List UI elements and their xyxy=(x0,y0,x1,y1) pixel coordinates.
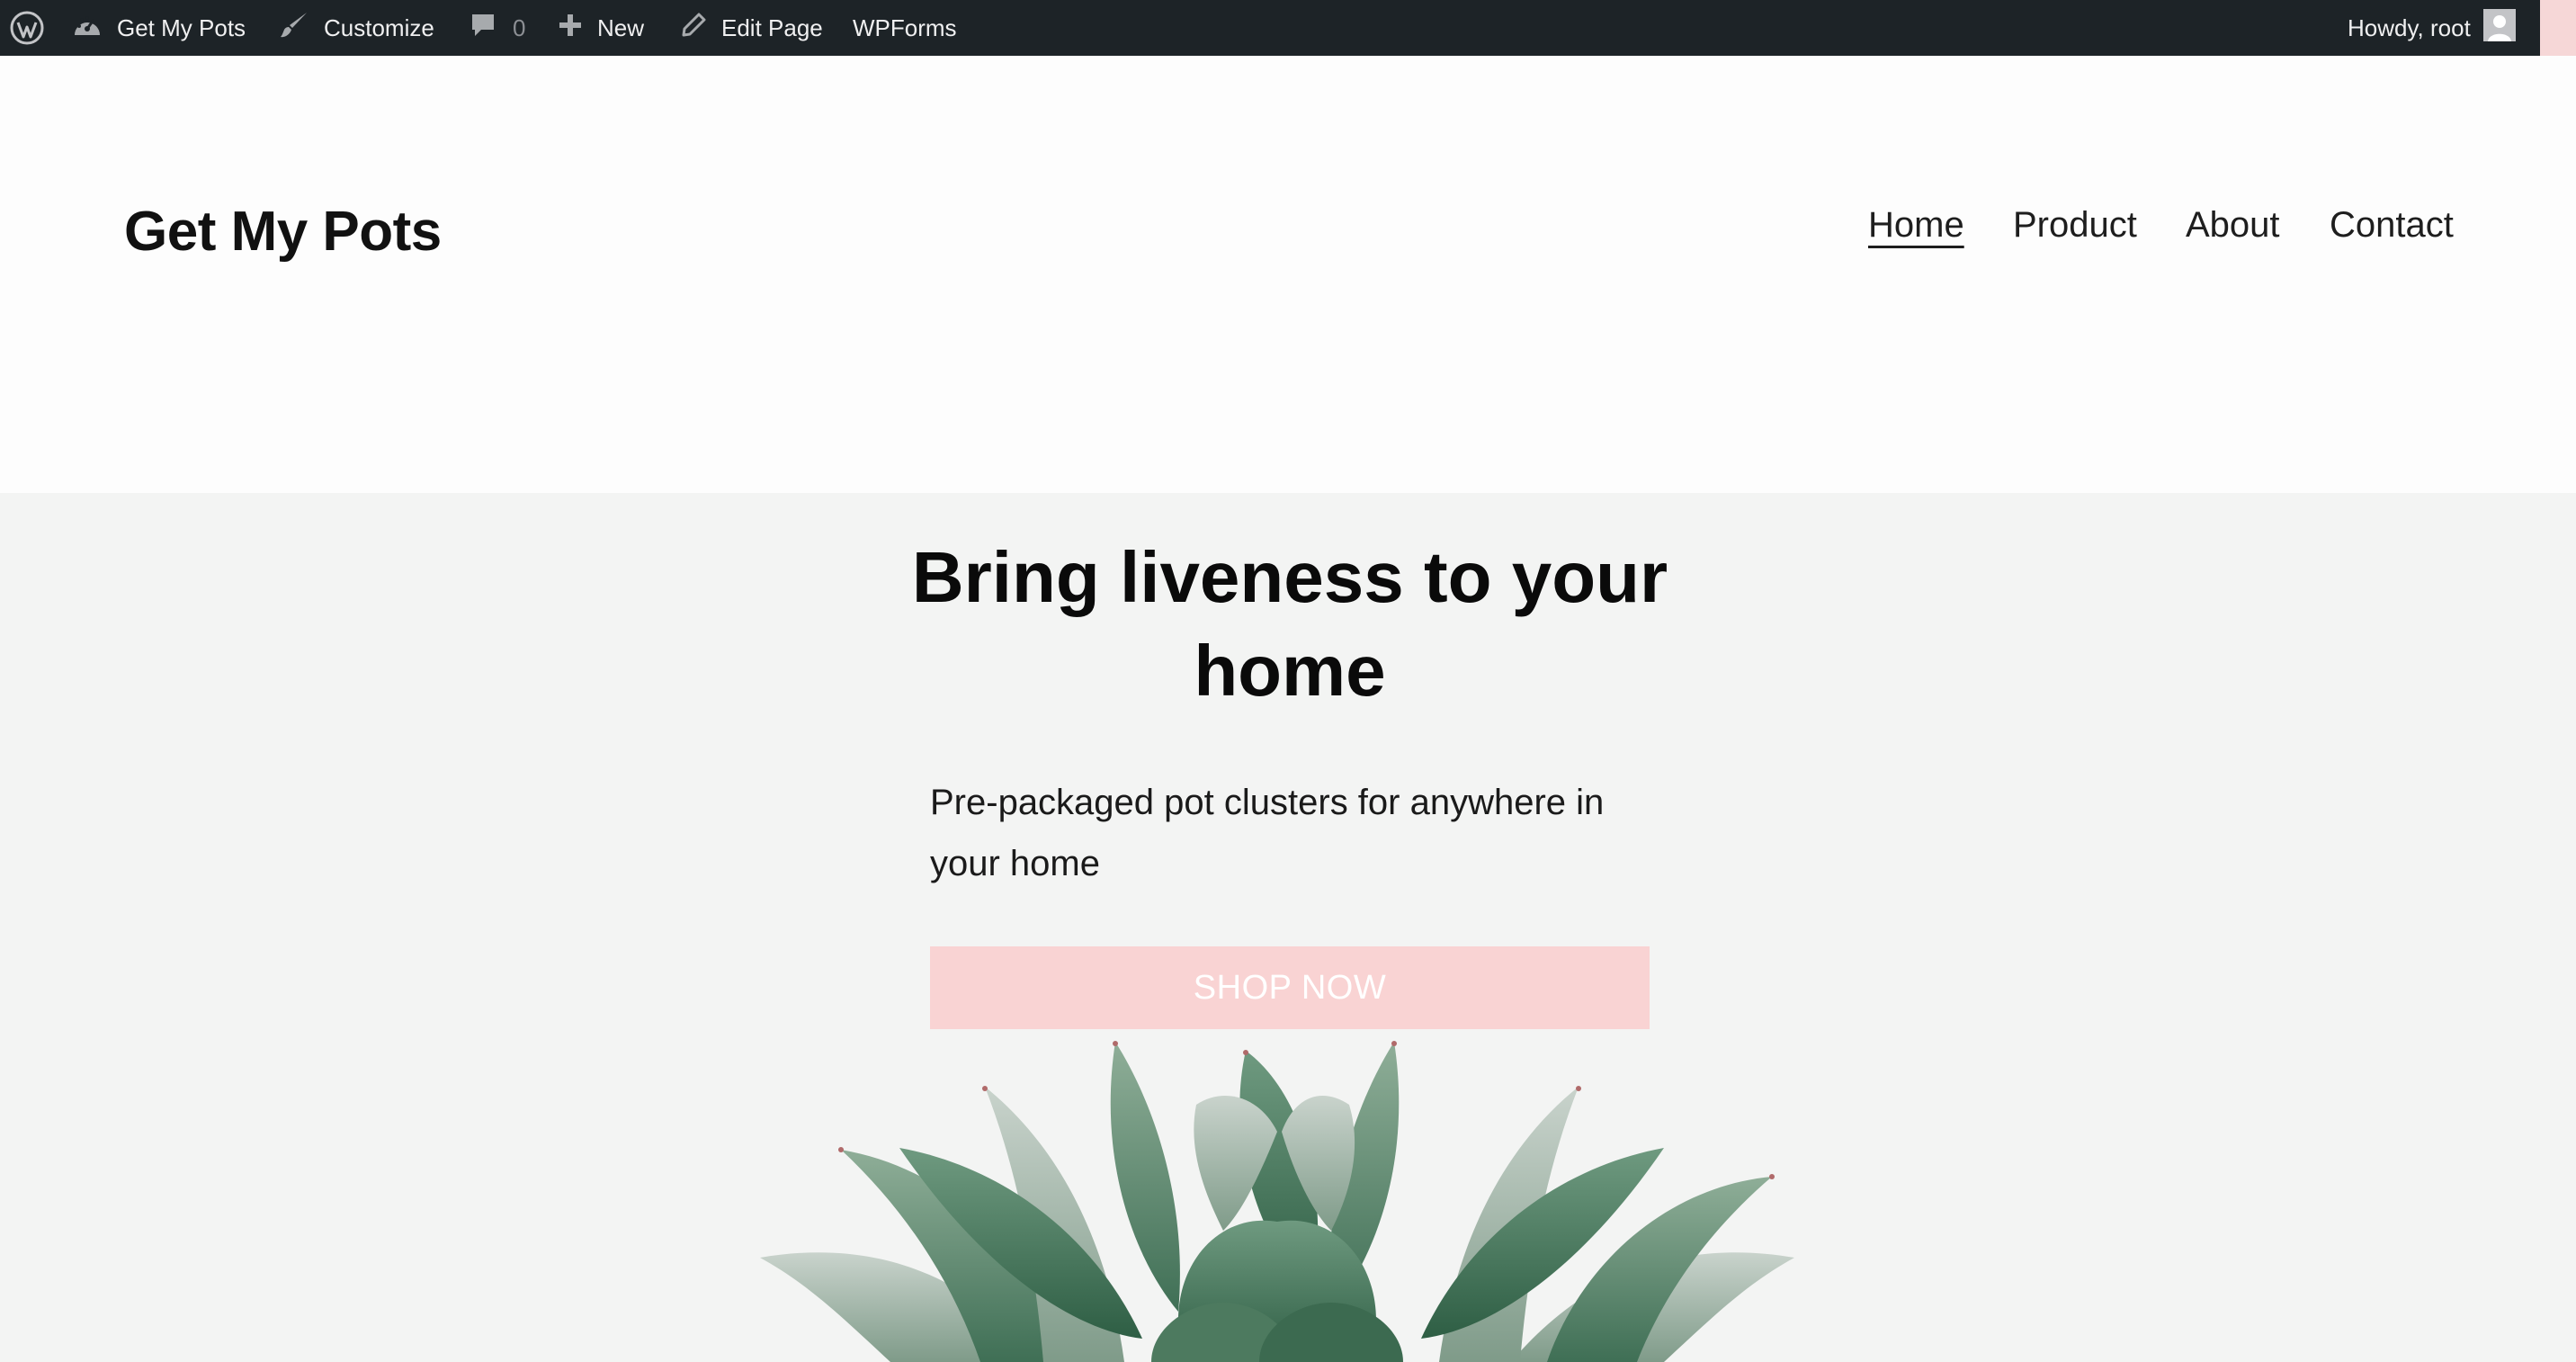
hero-title-line-1: Bring liveness to your xyxy=(911,537,1668,617)
site-header: Get My Pots Home Product About Contact xyxy=(0,56,2576,493)
admin-edit-page-label: Edit Page xyxy=(721,13,823,41)
admin-wpforms-label: WPForms xyxy=(853,13,957,41)
admin-customize-link[interactable]: Customize xyxy=(279,0,434,56)
admin-comments-link[interactable]: 0 xyxy=(470,0,525,56)
admin-site-name: Get My Pots xyxy=(117,13,246,41)
admin-greeting: Howdy, root xyxy=(2348,13,2471,41)
hero-section: Bring liveness to your home Pre-packaged… xyxy=(0,493,2576,1362)
admin-new-menu[interactable]: New xyxy=(558,0,644,56)
admin-account-menu[interactable]: Howdy, root xyxy=(2348,0,2516,56)
comment-bubble-icon xyxy=(470,12,496,45)
wordpress-logo-icon[interactable] xyxy=(7,0,47,56)
nav-product[interactable]: Product xyxy=(2013,205,2137,259)
admin-site-menu[interactable]: Get My Pots xyxy=(72,0,246,56)
admin-bar: Get My Pots Customize 0 New Edit Page WP… xyxy=(0,0,2576,56)
hero-subtitle-line-2: your home xyxy=(930,844,1100,883)
succulent-plant-image xyxy=(756,1033,1799,1362)
shop-now-button[interactable]: SHOP NOW xyxy=(930,946,1650,1029)
admin-comments-count: 0 xyxy=(513,13,526,41)
nav-about[interactable]: About xyxy=(2186,205,2280,259)
user-avatar-icon xyxy=(2482,8,2516,48)
hero-title: Bring liveness to your home xyxy=(899,531,1680,718)
nav-home[interactable]: Home xyxy=(1868,205,1964,259)
hero-subtitle-line-1: Pre-packaged pot clusters for anywhere i… xyxy=(930,783,1605,822)
admin-edit-page-link[interactable]: Edit Page xyxy=(680,0,823,56)
hero-title-line-2: home xyxy=(1194,631,1386,711)
site-title[interactable]: Get My Pots xyxy=(124,200,442,264)
nav-contact[interactable]: Contact xyxy=(2330,205,2454,259)
paintbrush-icon xyxy=(279,10,309,47)
hero-subtitle: Pre-packaged pot clusters for anywhere i… xyxy=(930,772,1650,894)
admin-customize-label: Customize xyxy=(324,13,434,41)
pencil-icon xyxy=(680,12,707,45)
admin-bar-edge-strip xyxy=(2540,0,2576,56)
admin-new-label: New xyxy=(597,13,645,41)
dashboard-gauge-icon xyxy=(72,12,103,45)
plus-icon xyxy=(558,13,583,44)
admin-wpforms-link[interactable]: WPForms xyxy=(853,0,957,56)
